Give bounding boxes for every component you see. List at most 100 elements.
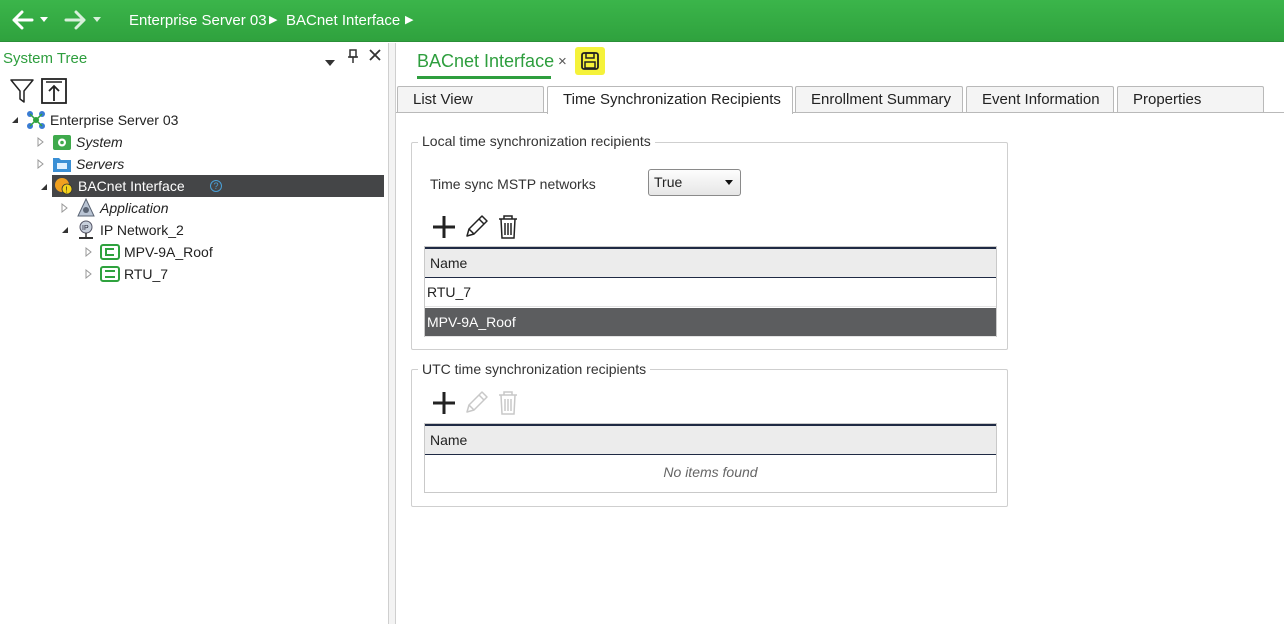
tab-time-synchronization-recipients[interactable]: Time Synchronization Recipients — [547, 86, 793, 114]
document-tab-underline — [417, 76, 551, 79]
utc-group-title: UTC time synchronization recipients — [418, 361, 651, 377]
filter-button[interactable] — [8, 77, 36, 105]
tab-label: Properties — [1133, 91, 1202, 108]
tab-properties[interactable]: Properties — [1117, 86, 1264, 113]
tab-label: Enrollment Summary — [811, 91, 952, 108]
tree-item-label: System — [76, 134, 123, 150]
collapsed-triangle-icon[interactable] — [84, 269, 94, 279]
tree-item-label: RTU_7 — [124, 266, 169, 282]
server-network-icon — [26, 110, 46, 130]
tree-item-label: Servers — [76, 156, 125, 172]
tree-item-application[interactable]: Application — [60, 197, 376, 219]
collapse-all-button[interactable] — [40, 77, 68, 105]
pencil-icon — [466, 215, 488, 237]
delete-button-disabled — [494, 389, 522, 417]
bacnet-device-icon — [100, 242, 120, 262]
local-recipients-grid: Name RTU_7 MPV-9A_Roof — [424, 246, 997, 337]
edit-button[interactable] — [462, 213, 490, 241]
bacnet-warning-icon: ! — [54, 176, 74, 196]
edit-button-disabled — [462, 389, 490, 417]
panel-splitter[interactable] — [389, 43, 396, 624]
empty-message: No items found — [663, 464, 758, 480]
plus-icon — [433, 392, 455, 414]
pin-button[interactable] — [348, 49, 358, 66]
tree-item-label: Application — [100, 200, 169, 216]
column-header-label: Name — [430, 255, 468, 271]
tab-label: Time Synchronization Recipients — [563, 91, 781, 108]
close-panel-button[interactable] — [369, 48, 381, 64]
save-button[interactable] — [575, 47, 605, 75]
tree-item-servers[interactable]: Servers — [36, 153, 376, 175]
tab-label: Event Information — [982, 91, 1100, 108]
plus-icon — [433, 216, 455, 238]
breadcrumb-separator-icon[interactable]: ▶ — [405, 13, 413, 26]
mstp-select-value: True — [654, 174, 683, 190]
table-row[interactable]: RTU_7 — [425, 278, 996, 307]
collapse-icon — [41, 78, 67, 104]
save-icon — [581, 52, 599, 70]
column-header-name[interactable]: Name — [425, 424, 996, 455]
cell-name: RTU_7 — [427, 284, 472, 300]
back-history-dropdown[interactable] — [40, 9, 48, 31]
document-tab-title[interactable]: BACnet Interface — [417, 51, 554, 72]
breadcrumb-item-server[interactable]: Enterprise Server 03 — [129, 12, 267, 29]
forward-button[interactable] — [64, 9, 86, 31]
help-icon[interactable]: ? — [210, 180, 222, 192]
table-row-selected[interactable]: MPV-9A_Roof — [425, 308, 996, 337]
tree-item-system[interactable]: System — [36, 131, 376, 153]
application-icon — [76, 197, 96, 218]
forward-history-dropdown[interactable] — [93, 9, 101, 31]
back-arrow-icon — [12, 10, 34, 30]
tab-event-information[interactable]: Event Information — [966, 86, 1114, 113]
tree-item-ip-network[interactable]: IP IP Network_2 — [60, 219, 376, 241]
tree-item-enterprise-server[interactable]: Enterprise Server 03 — [10, 109, 380, 131]
add-button[interactable] — [430, 213, 458, 241]
top-navigation-bar: Enterprise Server 03 ▶ BACnet Interface … — [0, 0, 1284, 42]
pin-icon — [348, 49, 358, 63]
column-header-name[interactable]: Name — [425, 247, 996, 278]
pencil-icon — [466, 391, 488, 413]
panel-menu-dropdown[interactable] — [325, 53, 335, 69]
tree-item-mpv-9a-roof[interactable]: MPV-9A_Roof — [84, 241, 376, 263]
add-button[interactable] — [430, 389, 458, 417]
chevron-down-icon — [93, 17, 101, 22]
svg-text:!: ! — [65, 186, 67, 195]
collapsed-triangle-icon[interactable] — [84, 247, 94, 257]
system-gear-icon — [52, 132, 72, 152]
column-header-label: Name — [430, 432, 468, 448]
chevron-down-icon — [40, 17, 48, 22]
panel-title: System Tree — [3, 50, 88, 67]
tree-item-rtu-7[interactable]: RTU_7 — [84, 263, 376, 285]
trash-icon — [499, 391, 517, 415]
chevron-down-icon — [325, 60, 335, 66]
back-button[interactable] — [12, 9, 34, 31]
expanded-triangle-icon[interactable] — [39, 182, 49, 192]
collapsed-triangle-icon[interactable] — [60, 203, 70, 213]
tree-item-label: MPV-9A_Roof — [124, 244, 213, 260]
cell-name: MPV-9A_Roof — [427, 314, 516, 330]
mstp-select[interactable]: True — [648, 169, 741, 196]
collapsed-triangle-icon[interactable] — [36, 137, 46, 147]
servers-folder-icon — [52, 154, 72, 174]
tree-item-label: IP Network_2 — [100, 222, 184, 238]
trash-icon — [499, 215, 517, 239]
breadcrumb-separator-icon: ▶ — [269, 14, 278, 26]
breadcrumb-item-bacnet[interactable]: BACnet Interface — [286, 12, 400, 29]
tab-list-view[interactable]: List View — [397, 86, 544, 113]
tab-label: List View — [413, 91, 473, 108]
expanded-triangle-icon[interactable] — [60, 225, 70, 235]
forward-arrow-icon — [64, 10, 86, 30]
system-tree-panel: System Tree Enterprise Server 03 System … — [0, 43, 389, 624]
tab-content-area: Local time synchronization recipients Ti… — [396, 113, 1284, 624]
tree-item-label: BACnet Interface — [78, 178, 185, 194]
expanded-triangle-icon[interactable] — [10, 115, 20, 125]
close-icon — [369, 49, 381, 61]
mstp-label: Time sync MSTP networks — [430, 176, 596, 192]
close-document-button[interactable]: × — [558, 53, 567, 70]
collapsed-triangle-icon[interactable] — [36, 159, 46, 169]
svg-text:IP: IP — [82, 225, 89, 232]
tree-item-label: Enterprise Server 03 — [50, 112, 179, 128]
chevron-down-icon — [725, 180, 733, 185]
delete-button[interactable] — [494, 213, 522, 241]
tab-enrollment-summary[interactable]: Enrollment Summary — [795, 86, 963, 113]
